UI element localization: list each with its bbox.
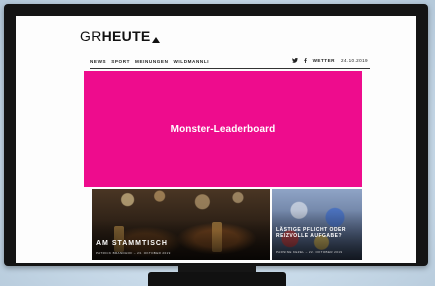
article-title[interactable]: AM STAMMTISCH [96,240,168,248]
nav-item-sport[interactable]: SPORT [111,59,130,64]
site-logo[interactable]: GRHEUTE [80,28,160,44]
nav-utility: WETTER 24.10.2019 [291,58,368,63]
monitor-stand-base [148,272,286,286]
leaderboard-label: Monster-Leaderboard [170,123,276,135]
nav-item-wildmannli[interactable]: WILDMANNLI [174,59,210,64]
header-divider [90,68,370,69]
nav-item-meinungen[interactable]: MEINUNGEN [135,59,168,64]
article-meta: PATRICK BRANDHOF – 23. OKTOBER 2019 [96,251,171,255]
weather-link[interactable]: WETTER [313,58,335,63]
article-card-pflicht[interactable]: LÄSTIGE PFLICHT ODER REIZVOLLE AUFGABE? … [272,189,362,260]
current-date: 24.10.2019 [341,58,368,63]
article-meta: PARSINE KEZEL – 22. OKTOBER 2019 [276,250,343,254]
article-title[interactable]: LÄSTIGE PFLICHT ODER REIZVOLLE AUFGABE? [276,227,362,239]
nav-item-news[interactable]: NEWS [90,59,106,64]
logo-triangle-icon [151,37,160,43]
twitter-icon[interactable] [291,58,298,63]
monitor-frame: GRHEUTE NEWS SPORT MEINUNGEN WILDMANNLI … [4,4,428,266]
main-nav: NEWS SPORT MEINUNGEN WILDMANNLI [90,59,209,64]
article-card-stammtisch[interactable]: AM STAMMTISCH PATRICK BRANDHOF – 23. OKT… [92,189,270,260]
website-screen: GRHEUTE NEWS SPORT MEINUNGEN WILDMANNLI … [16,16,416,263]
facebook-icon[interactable] [303,58,307,63]
leaderboard-ad[interactable]: Monster-Leaderboard [84,71,362,187]
